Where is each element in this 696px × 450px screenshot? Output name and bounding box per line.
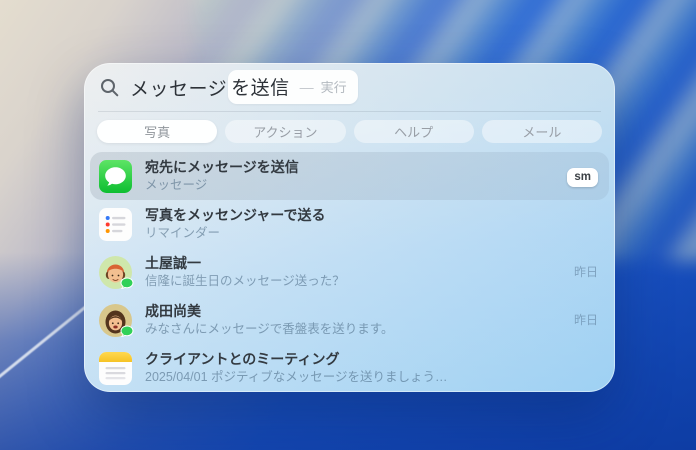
- result-right: sm: [567, 167, 598, 185]
- shortcut-badge: sm: [567, 168, 598, 187]
- result-row-send-message[interactable]: 宛先にメッセージを送信 メッセージ sm: [90, 152, 609, 200]
- result-subtitle: みなさんにメッセージで香盤表を送ります。: [145, 321, 564, 337]
- result-row-note[interactable]: クライアントとのミーティング 2025/04/01 ポジティブなメッセージを送り…: [90, 344, 609, 392]
- message-bubble-badge: [120, 277, 134, 291]
- tab-help[interactable]: ヘルプ: [354, 120, 474, 143]
- result-right: 昨日: [574, 311, 598, 329]
- results-list: 宛先にメッセージを送信 メッセージ sm 写真: [84, 152, 615, 392]
- contact-avatar-woman: [99, 304, 132, 337]
- result-texts: 成田尚美 みなさんにメッセージで香盤表を送ります。: [145, 303, 564, 337]
- result-texts: 写真をメッセンジャーで送る リマインダー: [145, 207, 598, 241]
- result-right: 昨日: [574, 263, 598, 281]
- spotlight-panel: メッセージ を送信 — 実行 写真 アクション ヘルプ メール: [84, 63, 615, 392]
- tab-photos[interactable]: 写真: [97, 120, 217, 143]
- result-time: 昨日: [574, 265, 598, 279]
- tab-photos-label: 写真: [144, 122, 170, 141]
- result-subtitle: リマインダー: [145, 225, 598, 241]
- result-time: 昨日: [574, 313, 598, 327]
- action-hint-label: 実行: [321, 77, 347, 96]
- result-subtitle: 信隆に誕生日のメッセージ送った？: [145, 273, 564, 289]
- result-texts: 宛先にメッセージを送信 メッセージ: [145, 159, 557, 193]
- tab-actions[interactable]: アクション: [225, 120, 345, 143]
- result-title: クライアントとのミーティング: [145, 351, 598, 368]
- tab-mail[interactable]: メール: [482, 120, 602, 143]
- result-title: 成田尚美: [145, 303, 564, 320]
- notes-app-icon: [99, 352, 132, 385]
- tab-actions-label: アクション: [253, 122, 317, 141]
- result-subtitle: メッセージ: [145, 177, 557, 193]
- result-texts: クライアントとのミーティング 2025/04/01 ポジティブなメッセージを送り…: [145, 351, 598, 385]
- messages-app-icon: [99, 160, 132, 193]
- message-bubble-badge: [120, 325, 134, 339]
- result-title: 土屋誠一: [145, 255, 564, 272]
- result-texts: 土屋誠一 信隆に誕生日のメッセージ送った？: [145, 255, 564, 289]
- result-title: 宛先にメッセージを送信: [145, 159, 557, 176]
- tab-mail-label: メール: [522, 122, 561, 141]
- filter-tabs: 写真 アクション ヘルプ メール: [84, 112, 615, 152]
- contact-avatar-boy: [99, 256, 132, 289]
- reminders-app-icon: [99, 208, 132, 241]
- result-row-contact-narita[interactable]: 成田尚美 みなさんにメッセージで香盤表を送ります。 昨日: [90, 296, 609, 344]
- autocomplete-separator: —: [300, 79, 314, 95]
- autocomplete-text: を送信: [231, 73, 290, 100]
- result-row-contact-tsuchiya[interactable]: 土屋誠一 信隆に誕生日のメッセージ送った？ 昨日: [90, 248, 609, 296]
- autocomplete-pill[interactable]: を送信 — 実行: [228, 70, 358, 104]
- result-row-reminder[interactable]: 写真をメッセンジャーで送る リマインダー: [90, 200, 609, 248]
- search-input[interactable]: メッセージ: [130, 74, 227, 101]
- tab-help-label: ヘルプ: [394, 122, 433, 141]
- search-bar[interactable]: メッセージ を送信 — 実行: [84, 63, 615, 111]
- search-icon: [100, 78, 119, 97]
- result-subtitle: 2025/04/01 ポジティブなメッセージを送りましょう…: [145, 369, 598, 385]
- result-title: 写真をメッセンジャーで送る: [145, 207, 598, 224]
